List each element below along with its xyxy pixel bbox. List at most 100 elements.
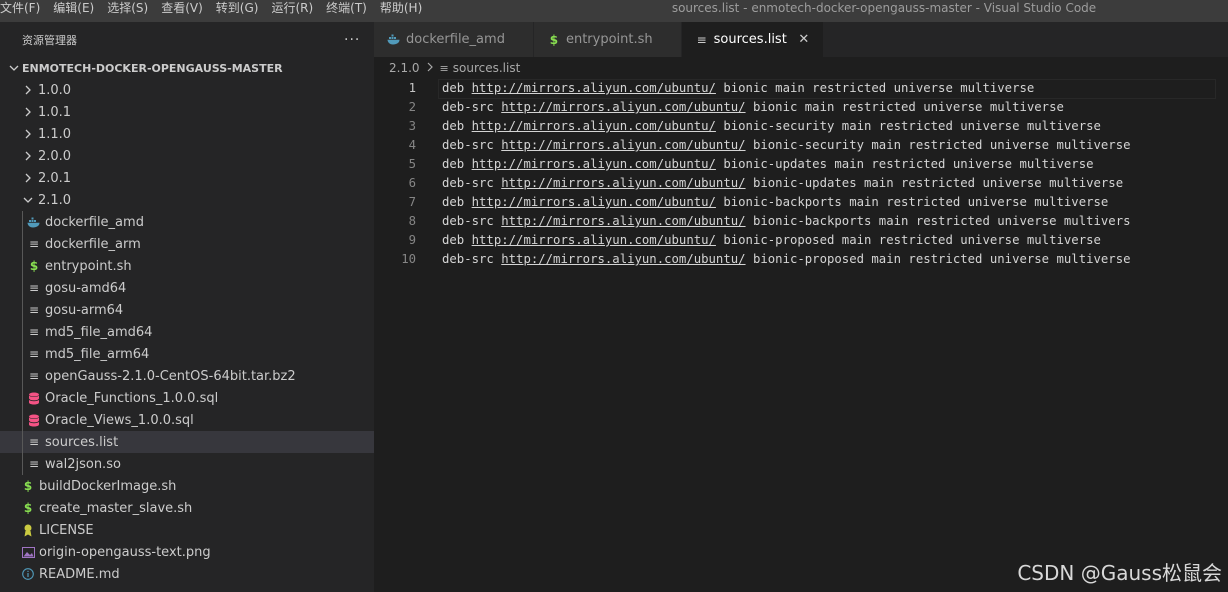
ellipsis-icon[interactable]: ··· <box>344 32 360 48</box>
chevron-right-icon <box>20 129 36 139</box>
tree-file[interactable]: ≡ gosu-amd64 <box>0 277 374 299</box>
code-text: deb http://mirrors.aliyun.com/ubuntu/ bi… <box>442 155 1094 174</box>
breadcrumb-file[interactable]: sources.list <box>453 61 521 75</box>
editor-tab[interactable]: ≡ sources.list ✕ <box>681 22 824 57</box>
tree-file[interactable]: ≡ wal2json.so <box>0 453 374 475</box>
menu-file[interactable]: 文件(F) <box>0 0 45 22</box>
tree-item-label: dockerfile_arm <box>45 236 141 252</box>
code-url-link[interactable]: http://mirrors.aliyun.com/ubuntu/ <box>501 214 745 228</box>
code-url-link[interactable]: http://mirrors.aliyun.com/ubuntu/ <box>472 157 716 171</box>
code-line[interactable]: 8 deb-src http://mirrors.aliyun.com/ubunt… <box>374 212 1228 231</box>
tree-file[interactable]: $ entrypoint.sh <box>0 255 374 277</box>
tree-file[interactable]: ≡ openGauss-2.1.0-CentOS-64bit.tar.bz2 <box>0 365 374 387</box>
code-line[interactable]: 3 deb http://mirrors.aliyun.com/ubuntu/ b… <box>374 117 1228 136</box>
text-file-icon: ≡ <box>28 435 40 449</box>
code-url-link[interactable]: http://mirrors.aliyun.com/ubuntu/ <box>501 176 745 190</box>
line-number: 7 <box>408 195 416 209</box>
code-url-link[interactable]: http://mirrors.aliyun.com/ubuntu/ <box>472 195 716 209</box>
chevron-right-icon <box>20 173 36 183</box>
tree-folder[interactable]: 2.0.1 <box>0 167 374 189</box>
tree-file[interactable]: $ buildDockerImage.sh <box>0 475 374 497</box>
tree-file[interactable]: README.md <box>0 563 374 585</box>
chevron-down-icon <box>20 195 36 205</box>
code-line[interactable]: 10 deb-src http://mirrors.aliyun.com/ubun… <box>374 250 1228 269</box>
menu-terminal[interactable]: 终端(T) <box>326 0 372 22</box>
code-suffix: bionic-proposed main restricted universe… <box>745 252 1131 266</box>
database-icon <box>26 412 42 428</box>
tree-file[interactable]: origin-opengauss-text.png <box>0 541 374 563</box>
tree-file[interactable]: ≡ md5_file_amd64 <box>0 321 374 343</box>
tree-file[interactable]: Oracle_Views_1.0.0.sql <box>0 409 374 431</box>
tab-label: dockerfile_amd <box>406 32 505 47</box>
tree-file[interactable]: dockerfile_amd <box>0 211 374 233</box>
code-suffix: bionic-security main restricted universe… <box>715 119 1101 133</box>
tree-item-label: LICENSE <box>39 522 94 538</box>
tree-file[interactable]: ≡ sources.list <box>0 431 374 453</box>
tree-folder[interactable]: 1.1.0 <box>0 123 374 145</box>
code-url-link[interactable]: http://mirrors.aliyun.com/ubuntu/ <box>501 252 745 266</box>
menu-run[interactable]: 运行(R) <box>271 0 318 22</box>
menu-selection[interactable]: 选择(S) <box>107 0 153 22</box>
close-icon[interactable]: ✕ <box>797 32 811 47</box>
text-file-icon: ≡ <box>28 369 40 383</box>
code-editor[interactable]: 1 deb http://mirrors.aliyun.com/ubuntu/ b… <box>374 79 1228 592</box>
tree-file[interactable]: $ create_master_slave.sh <box>0 497 374 519</box>
code-url-link[interactable]: http://mirrors.aliyun.com/ubuntu/ <box>472 119 716 133</box>
code-prefix: deb <box>442 233 472 247</box>
code-prefix: deb <box>442 81 472 95</box>
chevron-right-icon <box>426 62 434 75</box>
explorer-header: 资源管理器 ··· <box>0 22 374 57</box>
code-line[interactable]: 1 deb http://mirrors.aliyun.com/ubuntu/ b… <box>374 79 1228 99</box>
dollar-icon: $ <box>23 479 33 493</box>
code-line[interactable]: 2 deb-src http://mirrors.aliyun.com/ubunt… <box>374 98 1228 117</box>
code-prefix: deb-src <box>442 252 502 266</box>
breadcrumb-folder[interactable]: 2.1.0 <box>389 61 420 75</box>
text-file-icon: ≡ <box>696 32 707 47</box>
menu-go[interactable]: 转到(G) <box>216 0 264 22</box>
code-line[interactable]: 9 deb http://mirrors.aliyun.com/ubuntu/ b… <box>374 231 1228 250</box>
menu-view[interactable]: 查看(V) <box>161 0 208 22</box>
code-prefix: deb-src <box>442 100 502 114</box>
code-line[interactable]: 7 deb http://mirrors.aliyun.com/ubuntu/ b… <box>374 193 1228 212</box>
tree-file[interactable]: ≡ md5_file_arm64 <box>0 343 374 365</box>
menu-help[interactable]: 帮助(H) <box>380 0 427 22</box>
text-file-icon: ≡ <box>28 347 40 361</box>
tree-folder[interactable]: 1.0.0 <box>0 79 374 101</box>
chevron-right-icon <box>20 151 36 161</box>
code-line[interactable]: 6 deb-src http://mirrors.aliyun.com/ubunt… <box>374 174 1228 193</box>
chevron-down-icon <box>6 63 22 73</box>
code-line[interactable]: 4 deb-src http://mirrors.aliyun.com/ubunt… <box>374 136 1228 155</box>
explorer-sidebar: 资源管理器 ··· ENMOTECH-DOCKER-OPENGAUSS-MAST… <box>0 22 374 592</box>
workspace-section-header[interactable]: ENMOTECH-DOCKER-OPENGAUSS-MASTER <box>0 57 374 79</box>
tree-file[interactable]: LICENSE <box>0 519 374 541</box>
indent-guide <box>22 255 23 277</box>
code-line[interactable]: 5 deb http://mirrors.aliyun.com/ubuntu/ b… <box>374 155 1228 174</box>
code-url-link[interactable]: http://mirrors.aliyun.com/ubuntu/ <box>501 138 745 152</box>
tree-file[interactable]: ≡ gosu-arm64 <box>0 299 374 321</box>
code-prefix: deb-src <box>442 176 502 190</box>
code-prefix: deb <box>442 157 472 171</box>
tree-item-label: 1.1.0 <box>38 126 72 142</box>
editor-tab[interactable]: $ entrypoint.sh <box>533 22 682 57</box>
code-suffix: bionic main restricted universe multiver… <box>745 100 1064 114</box>
tree-file[interactable]: Oracle_Functions_1.0.0.sql <box>0 387 374 409</box>
tree-item-label: md5_file_arm64 <box>45 346 150 362</box>
code-url-link[interactable]: http://mirrors.aliyun.com/ubuntu/ <box>501 100 745 114</box>
code-url-link[interactable]: http://mirrors.aliyun.com/ubuntu/ <box>472 81 716 95</box>
code-suffix: bionic-security main restricted universe… <box>745 138 1131 152</box>
code-url-link[interactable]: http://mirrors.aliyun.com/ubuntu/ <box>472 233 716 247</box>
tree-folder[interactable]: 2.1.0 <box>0 189 374 211</box>
editor-tab[interactable]: dockerfile_amd <box>374 22 534 57</box>
tree-item-label: create_master_slave.sh <box>39 500 193 516</box>
breadcrumb: 2.1.0 ≡ sources.list <box>374 57 1228 79</box>
tree-item-label: Oracle_Functions_1.0.0.sql <box>45 390 219 406</box>
tree-folder[interactable]: 2.0.0 <box>0 145 374 167</box>
tree-file[interactable]: ≡ dockerfile_arm <box>0 233 374 255</box>
line-number: 2 <box>408 100 416 114</box>
shell-icon: $ <box>549 32 559 47</box>
tree-folder[interactable]: 1.0.1 <box>0 101 374 123</box>
title-bar: 文件(F) 编辑(E) 选择(S) 查看(V) 转到(G) 运行(R) 终端(T… <box>0 0 1228 22</box>
tree-item-label: 1.0.1 <box>38 104 72 120</box>
menu-edit[interactable]: 编辑(E) <box>53 0 99 22</box>
watermark: CSDN @Gauss松鼠会 <box>1017 561 1222 585</box>
